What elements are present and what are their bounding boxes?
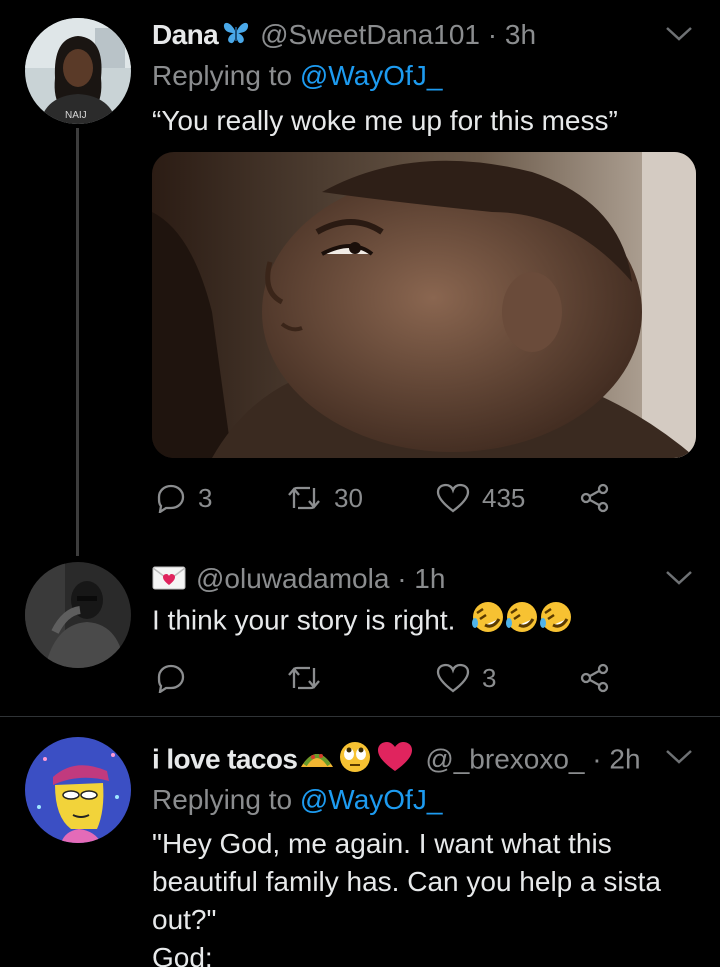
butterfly-emoji [222, 20, 250, 54]
svg-text:NAIJ: NAIJ [65, 110, 87, 121]
replying-to: Replying to @WayOfJ_ [152, 784, 443, 815]
avatar[interactable]: NAIJ [25, 18, 131, 124]
tweet-actions: 3 30 435 [152, 478, 622, 518]
reply-count: 3 [198, 482, 213, 513]
tweet-header: @oluwadamola · 1h [152, 562, 445, 598]
timestamp[interactable]: · 3h [488, 19, 536, 50]
display-name[interactable]: i love tacos [152, 743, 298, 774]
taco-emoji [301, 754, 334, 767]
timestamp[interactable]: · 2h [592, 743, 640, 774]
chevron-down-icon[interactable] [664, 24, 694, 44]
reply-icon [157, 484, 185, 513]
rolling-eyes-emoji [340, 742, 371, 772]
retweet-count: 30 [334, 482, 363, 513]
reply-button[interactable] [156, 658, 186, 698]
like-button[interactable]: 435 [436, 478, 525, 518]
text-line: beautiful family has. Can you help a sis… [152, 866, 661, 897]
retweet-button[interactable] [286, 658, 322, 698]
handle[interactable]: @SweetDana101 [260, 19, 480, 50]
tweet-text: "Hey God, me again. I want what this bea… [152, 825, 712, 967]
thread-line [76, 128, 79, 556]
like-button[interactable]: 3 [436, 658, 496, 698]
chevron-down-icon[interactable] [664, 747, 694, 767]
like-count: 3 [482, 662, 497, 693]
heart-icon [436, 483, 470, 513]
replying-to: Replying to @WayOfJ_ [152, 60, 443, 91]
mention-link[interactable]: @WayOfJ_ [300, 784, 443, 815]
retweet-icon [288, 486, 320, 510]
share-button[interactable] [580, 658, 610, 698]
rofl-emoji-group [471, 599, 573, 645]
timestamp[interactable]: · 1h [397, 563, 445, 594]
mention-link[interactable]: @WayOfJ_ [300, 60, 443, 91]
tweet-photo[interactable] [152, 152, 696, 458]
avatar[interactable] [25, 737, 131, 843]
text-line: God: [152, 942, 213, 967]
display-name[interactable]: Dana [152, 19, 219, 50]
share-icon [580, 483, 609, 513]
tweet-oluwadamola[interactable]: @oluwadamola · 1h I think your story is … [0, 556, 720, 716]
like-count: 435 [482, 482, 526, 513]
love-letter-emoji [152, 564, 186, 598]
tweet-dana[interactable]: NAIJ Dana @SweetDana101 · 3h Replying to… [0, 0, 720, 560]
retweet-button[interactable]: 30 [286, 478, 363, 518]
tweet-brexoxo[interactable]: i love tacos @_brexoxo_ · 2h Replying to… [0, 717, 720, 967]
text-line: out?" [152, 904, 217, 935]
handle[interactable]: @oluwadamola [196, 563, 389, 594]
share-icon [580, 663, 609, 693]
name-emojis [299, 741, 415, 781]
avatar[interactable] [25, 562, 131, 668]
tweet-text: “You really woke me up for this mess” [152, 105, 618, 136]
text-line: "Hey God, me again. I want what this [152, 828, 612, 859]
tweet-actions: 3 [152, 658, 622, 698]
red-heart-emoji [378, 742, 413, 771]
handle[interactable]: @_brexoxo_ [425, 743, 584, 774]
heart-icon [436, 663, 470, 693]
retweet-icon [288, 666, 320, 690]
chevron-down-icon[interactable] [664, 568, 694, 588]
reply-icon [157, 664, 185, 693]
tweet-header: i love tacos @_brexoxo_ · 2h [152, 741, 641, 781]
reply-button[interactable]: 3 [156, 478, 212, 518]
tweet-header: Dana @SweetDana101 · 3h [152, 18, 536, 54]
share-button[interactable] [580, 478, 610, 518]
tweet-text: I think your story is right. [152, 599, 573, 645]
